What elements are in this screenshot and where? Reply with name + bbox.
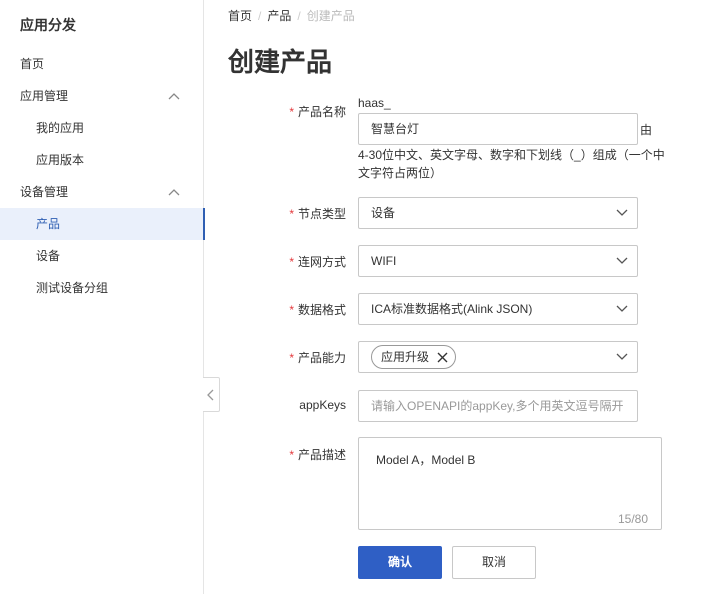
chevron-down-icon xyxy=(616,257,628,264)
required-mark: * xyxy=(289,105,294,119)
sidebar-item-label: 应用版本 xyxy=(36,153,85,167)
network-value: WIFI xyxy=(371,254,397,268)
chevron-up-icon xyxy=(168,189,180,196)
chevron-up-icon xyxy=(168,93,180,100)
data-format-select[interactable]: ICA标准数据格式(Alink JSON) xyxy=(358,293,638,325)
breadcrumb-separator: / xyxy=(297,9,301,23)
required-mark: * xyxy=(289,255,294,269)
breadcrumb: 首页 / 产品 / 创建产品 xyxy=(228,7,355,24)
breadcrumb-home-link[interactable]: 首页 xyxy=(228,7,252,24)
chevron-left-icon xyxy=(207,389,214,401)
cancel-button[interactable]: 取消 xyxy=(452,546,536,579)
sidebar-collapse-button[interactable] xyxy=(203,377,220,412)
required-mark: * xyxy=(289,448,294,462)
description-label-text: 产品描述 xyxy=(297,448,346,462)
node-type-label: * 节点类型 xyxy=(286,205,346,222)
sidebar-item-app-management[interactable]: 应用管理 xyxy=(0,80,204,112)
page-title: 创建产品 xyxy=(228,47,333,77)
network-label-text: 连网方式 xyxy=(297,255,346,269)
appkeys-label: appKeys xyxy=(286,398,346,412)
product-name-input[interactable]: 智慧台灯 xyxy=(358,113,638,145)
description-char-counter: 15/80 xyxy=(618,512,649,526)
sidebar-title: 应用分发 xyxy=(20,17,76,33)
breadcrumb-product-link[interactable]: 产品 xyxy=(267,7,291,24)
node-type-label-text: 节点类型 xyxy=(297,207,346,221)
sidebar-item-my-apps[interactable]: 我的应用 xyxy=(0,112,204,144)
product-name-help: 4-30位中文、英文字母、数字和下划线（_）组成（一个中文字符占两位） xyxy=(358,148,665,180)
network-label: * 连网方式 xyxy=(286,253,346,270)
required-mark: * xyxy=(289,351,294,365)
sidebar-item-label: 设备 xyxy=(36,249,61,263)
sidebar-item-label: 我的应用 xyxy=(36,121,85,135)
required-mark: * xyxy=(289,303,294,317)
close-icon[interactable] xyxy=(437,352,448,363)
capability-label-text: 产品能力 xyxy=(297,351,346,365)
data-format-value: ICA标准数据格式(Alink JSON) xyxy=(371,302,533,316)
sidebar-item-devices[interactable]: 设备 xyxy=(0,240,204,272)
data-format-label-text: 数据格式 xyxy=(297,303,346,317)
node-type-value: 设备 xyxy=(371,206,396,220)
appkeys-input[interactable]: 请输入OPENAPI的appKey,多个用英文逗号隔开 xyxy=(358,390,638,422)
required-mark: * xyxy=(289,207,294,221)
confirm-button[interactable]: 确认 xyxy=(358,546,442,579)
sidebar-item-label: 测试设备分组 xyxy=(36,281,109,295)
product-name-label: * 产品名称 xyxy=(286,103,346,120)
capability-tag: 应用升级 xyxy=(371,345,457,369)
sidebar-item-device-management[interactable]: 设备管理 xyxy=(0,176,204,208)
capability-label: * 产品能力 xyxy=(286,349,346,366)
appkeys-label-text: appKeys xyxy=(299,398,346,412)
network-select[interactable]: WIFI xyxy=(358,245,638,277)
data-format-label: * 数据格式 xyxy=(286,301,346,318)
sidebar-item-label: 应用管理 xyxy=(20,89,69,103)
product-name-label-text: 产品名称 xyxy=(297,105,346,119)
sidebar-item-products[interactable]: 产品 xyxy=(0,208,205,240)
breadcrumb-current: 创建产品 xyxy=(306,9,355,23)
breadcrumb-separator: / xyxy=(258,9,262,23)
description-label: * 产品描述 xyxy=(286,446,346,463)
capability-tag-label: 应用升级 xyxy=(381,350,430,364)
product-name-prefix: haas_ xyxy=(358,96,391,110)
description-textarea[interactable]: Model A，Model B xyxy=(358,437,662,530)
chevron-down-icon xyxy=(616,353,628,360)
sidebar-item-label: 产品 xyxy=(36,217,61,231)
sidebar-item-test-device-groups[interactable]: 测试设备分组 xyxy=(0,272,204,304)
sidebar-item-app-versions[interactable]: 应用版本 xyxy=(0,144,204,176)
sidebar: 应用分发 首页 应用管理 我的应用 应用版本 设备管理 产品 设备 测试设备分组 xyxy=(0,0,205,594)
chevron-down-icon xyxy=(616,305,628,312)
sidebar-item-label: 设备管理 xyxy=(20,185,69,199)
sidebar-item-home[interactable]: 首页 xyxy=(0,48,204,80)
node-type-select[interactable]: 设备 xyxy=(358,197,638,229)
sidebar-item-label: 首页 xyxy=(20,57,45,71)
product-name-tail: 由 xyxy=(640,123,653,137)
chevron-down-icon xyxy=(616,209,628,216)
